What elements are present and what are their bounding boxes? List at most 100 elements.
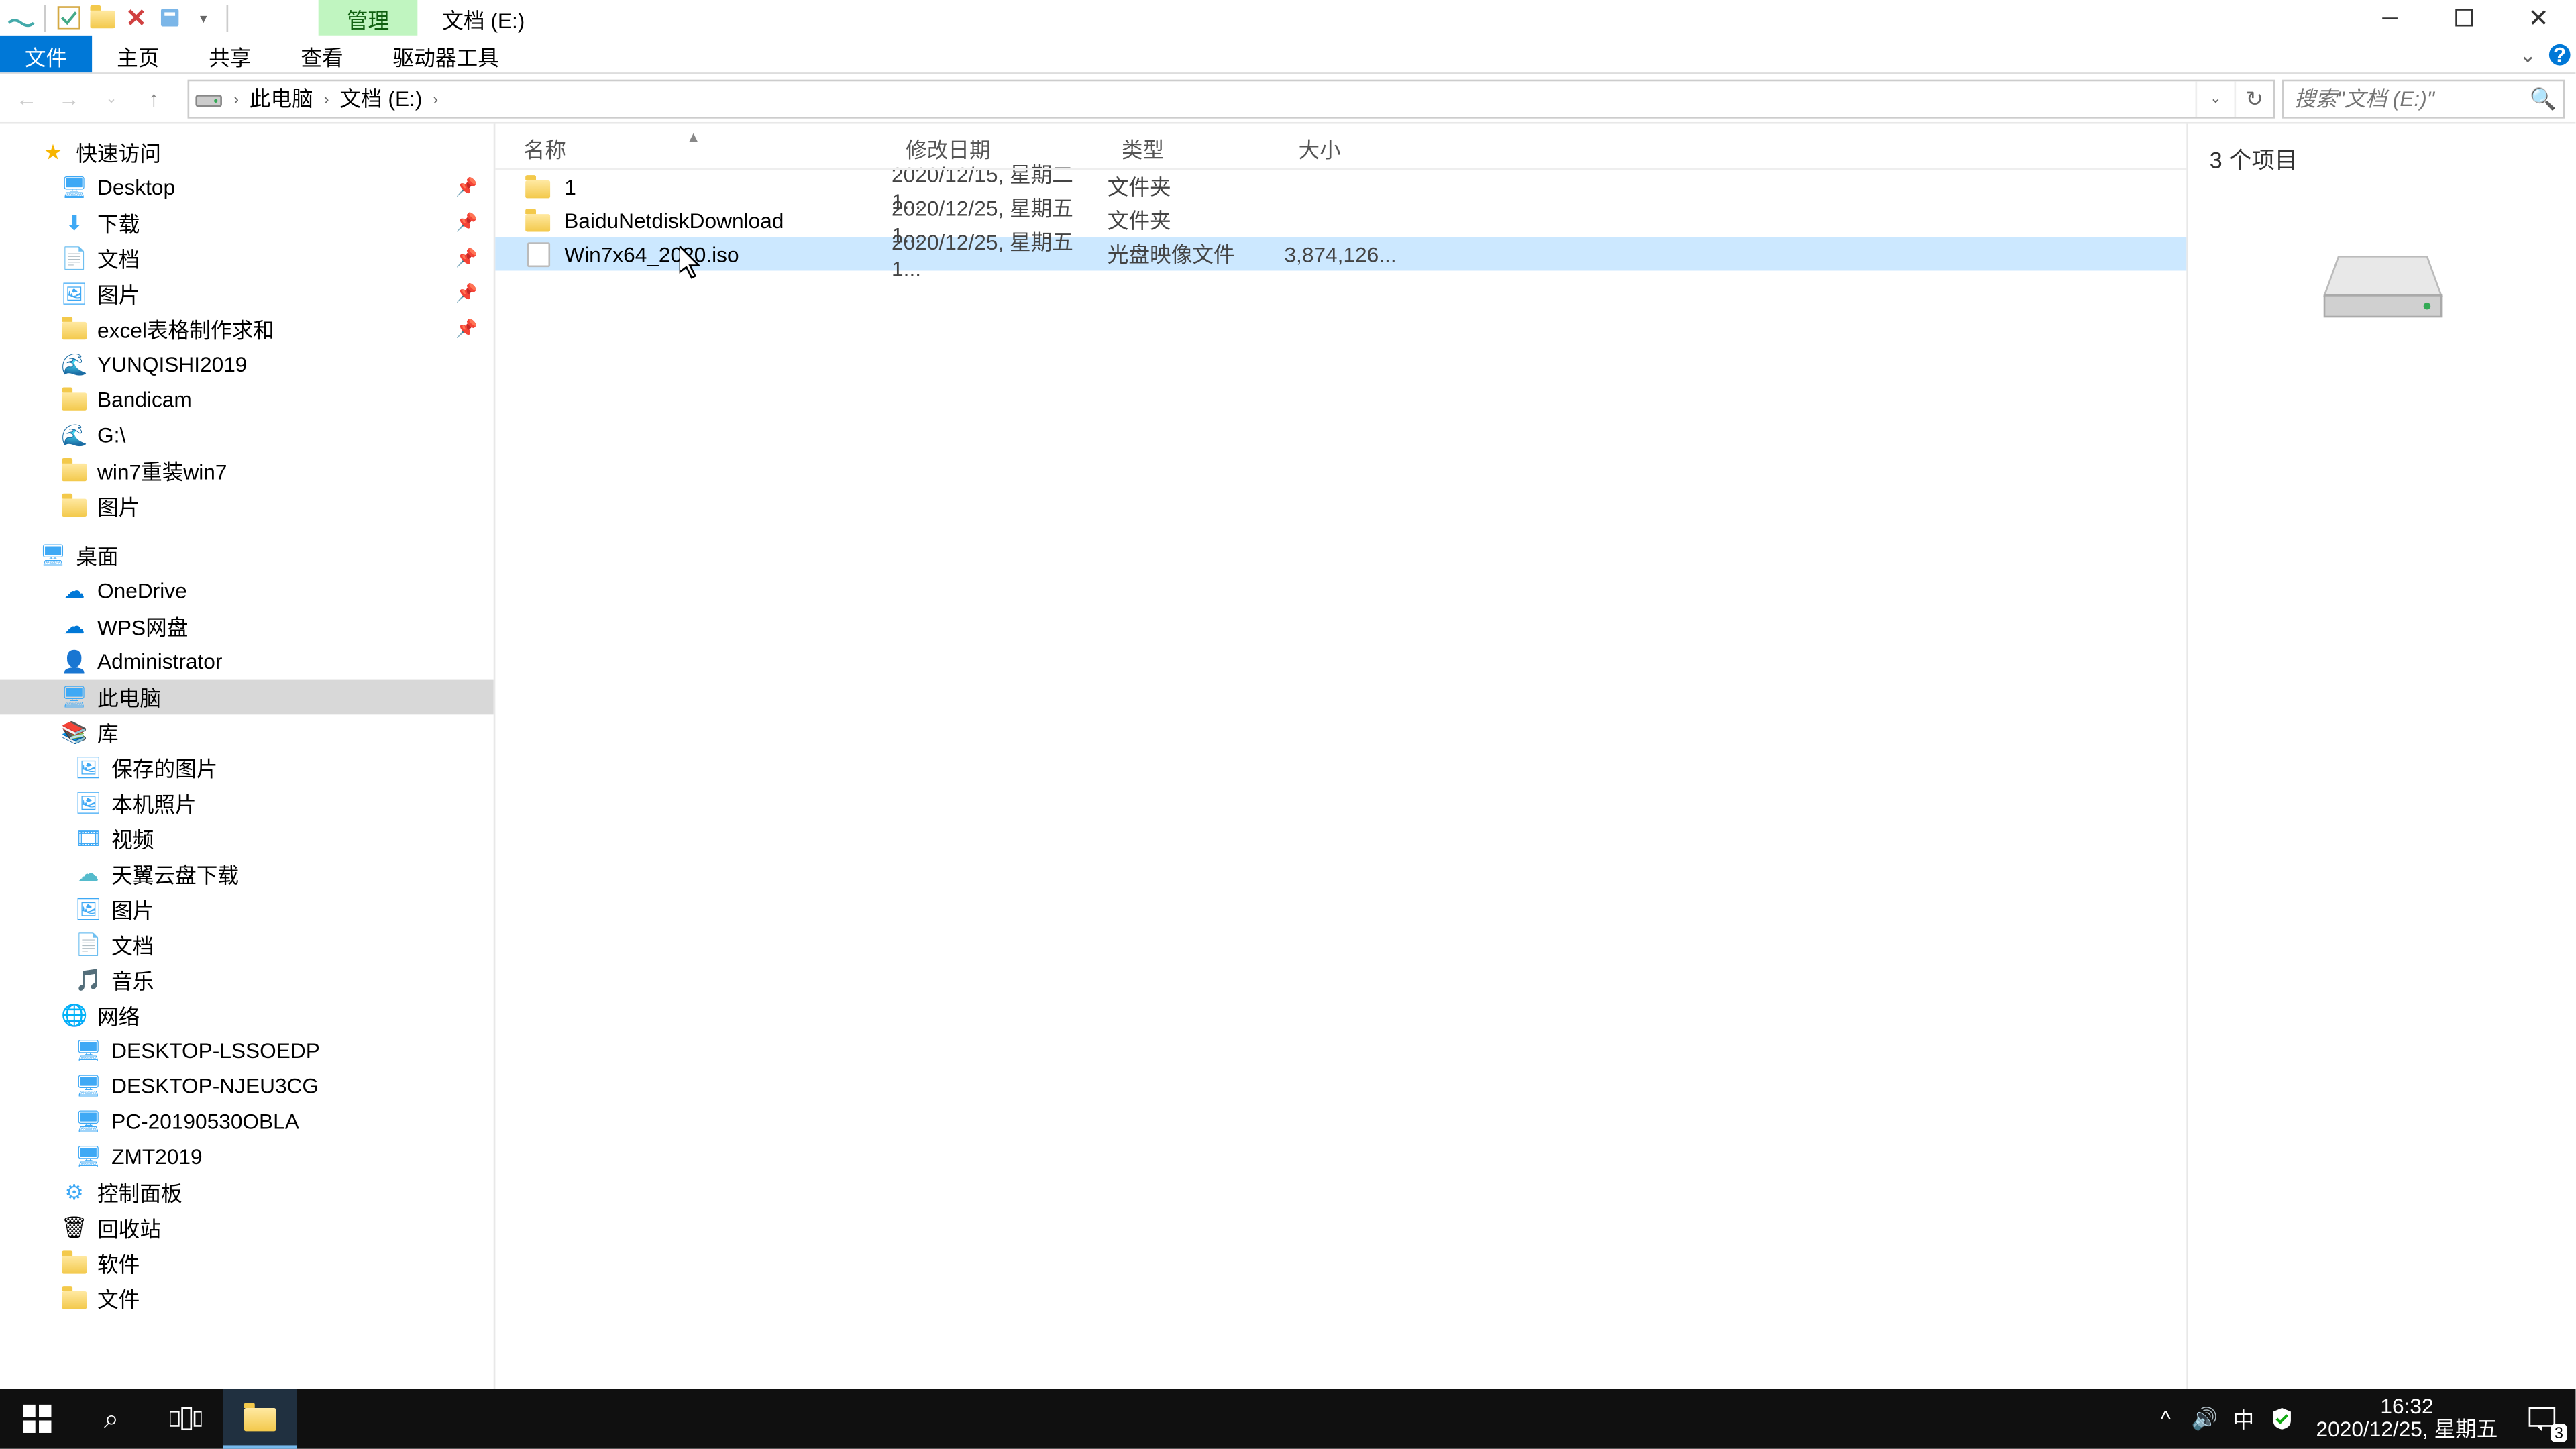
nav-back-button[interactable]: ←	[7, 78, 46, 117]
nav-lib-pictures[interactable]: 🖼图片	[0, 892, 494, 927]
tray-overflow-icon[interactable]: ^	[2146, 1389, 2185, 1449]
ribbon-context-tab-manage[interactable]: 管理	[319, 0, 418, 36]
app-icon[interactable]	[7, 3, 36, 32]
nav-documents[interactable]: 📄文档📌	[0, 241, 494, 276]
maximize-button[interactable]	[2427, 0, 2502, 36]
file-row[interactable]: Win7x64_2020.iso2020/12/25, 星期五 1...光盘映像…	[495, 237, 2186, 270]
taskbar-explorer-icon[interactable]	[223, 1389, 297, 1449]
nav-saved-pics[interactable]: 🖼保存的图片	[0, 750, 494, 786]
address-dropdown-icon[interactable]: ⌄	[2196, 80, 2235, 116]
nav-music[interactable]: 🎵音乐	[0, 963, 494, 998]
ribbon-tab-home[interactable]: 主页	[92, 36, 184, 72]
nav-libraries[interactable]: 📚库	[0, 714, 494, 750]
search-input[interactable]	[2284, 86, 2563, 111]
column-header-name[interactable]: 名称▲	[495, 134, 892, 164]
nav-recycle-bin[interactable]: 🗑回收站	[0, 1210, 494, 1246]
file-name: 1	[564, 174, 892, 199]
help-icon[interactable]: ?	[2544, 36, 2575, 72]
file-type: 光盘映像文件	[1108, 239, 1285, 269]
video-icon: 🎞	[74, 824, 103, 853]
nav-network[interactable]: 🌐网络	[0, 998, 494, 1033]
nav-files[interactable]: 文件	[0, 1281, 494, 1316]
action-center-icon[interactable]: 3	[2512, 1389, 2573, 1449]
qat-checkbox-icon[interactable]	[55, 3, 83, 32]
column-header-date[interactable]: 修改日期	[892, 134, 1108, 164]
nav-onedrive[interactable]: ☁OneDrive	[0, 573, 494, 608]
file-size: 3,874,126...	[1284, 241, 1393, 266]
nav-up-button[interactable]: ↑	[134, 78, 173, 117]
start-button[interactable]	[0, 1389, 74, 1449]
volume-icon[interactable]: 🔊	[2185, 1389, 2224, 1449]
nav-label: OneDrive	[97, 578, 187, 603]
star-icon: ★	[39, 138, 67, 166]
ribbon-tab-file[interactable]: 文件	[0, 36, 92, 72]
address-bar[interactable]: › 此电脑 › 文档 (E:) › ⌄ ↻	[188, 78, 2275, 117]
nav-label: G:\	[97, 423, 125, 447]
nav-pc4[interactable]: 🖥ZMT2019	[0, 1139, 494, 1175]
folder-icon	[524, 206, 552, 234]
minimize-button[interactable]: ─	[2353, 0, 2427, 36]
nav-desktop[interactable]: 🖥Desktop📌	[0, 170, 494, 205]
qat-folder-icon[interactable]	[89, 3, 117, 32]
search-box[interactable]: 🔍	[2282, 78, 2565, 117]
breadcrumb-chevron-icon[interactable]: ›	[228, 89, 244, 107]
file-row[interactable]: 12020/12/15, 星期二 1...文件夹	[495, 170, 2186, 203]
qat-properties-icon[interactable]	[156, 3, 184, 32]
breadcrumb-location[interactable]: 文档 (E:)	[334, 80, 427, 116]
nav-camera-roll[interactable]: 🖼本机照片	[0, 786, 494, 821]
recycle-bin-icon: 🗑	[60, 1214, 89, 1242]
nav-recent-dropdown[interactable]: ⌄	[92, 78, 131, 117]
nav-pictures[interactable]: 🖼图片📌	[0, 276, 494, 311]
nav-wps[interactable]: ☁WPS网盘	[0, 608, 494, 644]
ime-icon[interactable]: 中	[2224, 1389, 2263, 1449]
nav-pc1[interactable]: 🖥DESKTOP-LSSOEDP	[0, 1033, 494, 1069]
folder-icon	[60, 1249, 89, 1277]
breadcrumb-chevron-icon[interactable]: ›	[427, 89, 443, 107]
ribbon-expand-icon[interactable]: ⌄	[2512, 36, 2544, 72]
nav-pc3[interactable]: 🖥PC-20190530OBLA	[0, 1104, 494, 1139]
nav-desktop-root[interactable]: 🖥桌面	[0, 538, 494, 574]
refresh-icon[interactable]: ↻	[2235, 80, 2273, 116]
nav-tianyi[interactable]: ☁天翼云盘下载	[0, 856, 494, 892]
nav-pictures2[interactable]: 图片	[0, 488, 494, 524]
qat-dropdown-icon[interactable]: ▾	[189, 3, 217, 32]
nav-this-pc[interactable]: 🖥此电脑	[0, 680, 494, 715]
ribbon-tab-share[interactable]: 共享	[184, 36, 276, 72]
nav-admin[interactable]: 👤Administrator	[0, 644, 494, 680]
nav-quick-access[interactable]: ★快速访问	[0, 134, 494, 170]
breadcrumb-this-pc[interactable]: 此电脑	[244, 80, 319, 116]
search-icon[interactable]: 🔍	[2530, 86, 2556, 111]
security-icon[interactable]	[2263, 1389, 2302, 1449]
nav-yunqishi[interactable]: 🌊YUNQISHI2019	[0, 347, 494, 382]
nav-win7[interactable]: win7重装win7	[0, 453, 494, 488]
nav-g-drive[interactable]: 🌊G:\	[0, 417, 494, 453]
nav-software[interactable]: 软件	[0, 1245, 494, 1281]
nav-label: 图片	[97, 491, 140, 521]
address-bar-row: ← → ⌄ ↑ › 此电脑 › 文档 (E:) › ⌄ ↻ 🔍	[0, 74, 2575, 124]
file-row[interactable]: BaiduNetdiskDownload2020/12/25, 星期五 1...…	[495, 203, 2186, 237]
nav-label: 文档	[97, 244, 140, 274]
nav-lib-documents[interactable]: 📄文档	[0, 927, 494, 963]
ribbon-tab-drivetools[interactable]: 驱动器工具	[368, 36, 524, 72]
column-header-type[interactable]: 类型	[1108, 134, 1285, 164]
documents-icon: 📄	[60, 244, 89, 272]
breadcrumb-chevron-icon[interactable]: ›	[319, 89, 335, 107]
ribbon-tab-view[interactable]: 查看	[276, 36, 368, 72]
nav-videos[interactable]: 🎞视频	[0, 821, 494, 857]
pin-icon: 📌	[455, 284, 478, 303]
nav-downloads[interactable]: ⬇下载📌	[0, 205, 494, 241]
nav-control-panel[interactable]: ⚙控制面板	[0, 1175, 494, 1210]
nav-excel-folder[interactable]: excel表格制作求和📌	[0, 311, 494, 347]
column-header-size[interactable]: 大小	[1284, 134, 1393, 164]
control-panel-icon: ⚙	[60, 1178, 89, 1206]
qat-delete-icon[interactable]: ✕	[122, 3, 150, 32]
taskbar-clock[interactable]: 16:32 2020/12/25, 星期五	[2302, 1396, 2512, 1442]
nav-forward-button[interactable]: →	[50, 78, 89, 117]
nav-pc2[interactable]: 🖥DESKTOP-NJEU3CG	[0, 1069, 494, 1104]
address-drive-icon[interactable]	[189, 80, 228, 116]
close-button[interactable]: ✕	[2502, 0, 2576, 36]
nav-bandicam[interactable]: Bandicam	[0, 382, 494, 418]
task-view-icon[interactable]	[149, 1389, 223, 1449]
taskbar-search-icon[interactable]: ⌕	[74, 1389, 149, 1449]
folder-icon	[60, 456, 89, 484]
